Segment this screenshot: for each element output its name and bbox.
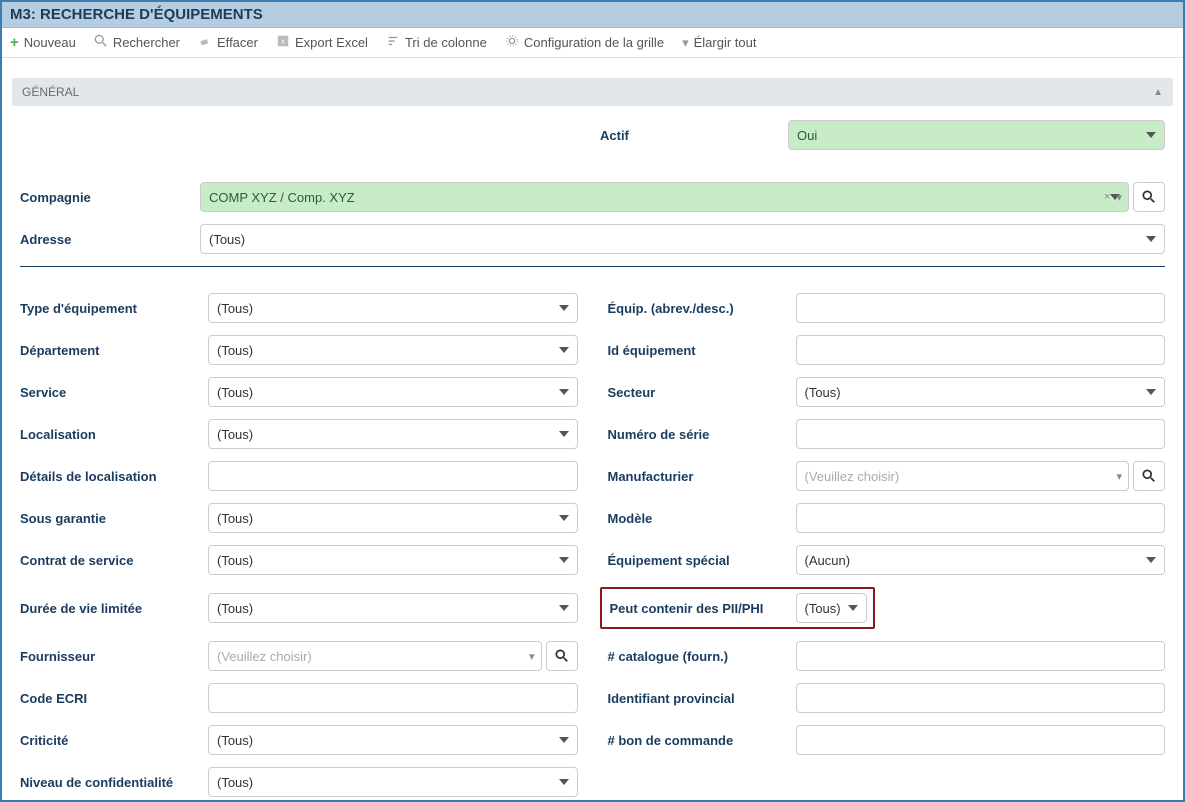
- clear-button[interactable]: Effacer: [198, 34, 258, 51]
- equipement-special-select[interactable]: (Aucun): [796, 545, 1166, 575]
- pii-phi-select[interactable]: (Tous): [796, 593, 867, 623]
- pii-phi-label: Peut contenir des PII/PHI: [610, 601, 788, 616]
- numero-serie-label: Numéro de série: [608, 427, 788, 442]
- actif-label: Actif: [600, 128, 780, 143]
- catalogue-fourn-input[interactable]: [796, 641, 1166, 671]
- departement-select[interactable]: (Tous): [208, 335, 578, 365]
- column-sort-button[interactable]: Tri de colonne: [386, 34, 487, 51]
- chevron-down-icon[interactable]: ▾: [1116, 470, 1122, 483]
- svg-text:x: x: [281, 39, 285, 46]
- details-localisation-label: Détails de localisation: [20, 469, 200, 484]
- fournisseur-placeholder: (Veuillez choisir): [217, 649, 312, 664]
- manufacturier-label: Manufacturier: [608, 469, 788, 484]
- excel-icon: x: [276, 34, 290, 51]
- manufacturier-search-button[interactable]: [1133, 461, 1165, 491]
- adresse-select[interactable]: (Tous): [200, 224, 1165, 254]
- chevron-down-icon[interactable]: ▾: [529, 650, 535, 663]
- id-provincial-input[interactable]: [796, 683, 1166, 713]
- sous-garantie-select[interactable]: (Tous): [208, 503, 578, 533]
- sous-garantie-label: Sous garantie: [20, 511, 200, 526]
- modele-label: Modèle: [608, 511, 788, 526]
- criticite-label: Criticité: [20, 733, 200, 748]
- gear-icon: [505, 34, 519, 51]
- clear-label: Effacer: [217, 35, 258, 50]
- niveau-conf-select[interactable]: (Tous): [208, 767, 578, 797]
- type-equipement-label: Type d'équipement: [20, 301, 200, 316]
- equip-abrev-input[interactable]: [796, 293, 1166, 323]
- section-general-header[interactable]: GÉNÉRAL ▲: [12, 78, 1173, 106]
- app-frame: M3: RECHERCHE D'ÉQUIPEMENTS + Nouveau Re…: [0, 0, 1185, 802]
- compagnie-value: COMP XYZ / Comp. XYZ: [209, 190, 355, 205]
- sort-label: Tri de colonne: [405, 35, 487, 50]
- id-provincial-label: Identifiant provincial: [608, 691, 788, 706]
- id-equipement-label: Id équipement: [608, 343, 788, 358]
- departement-label: Département: [20, 343, 200, 358]
- duree-vie-label: Durée de vie limitée: [20, 601, 200, 616]
- contrat-service-select[interactable]: (Tous): [208, 545, 578, 575]
- id-equipement-input[interactable]: [796, 335, 1166, 365]
- secteur-select[interactable]: (Tous): [796, 377, 1166, 407]
- bon-commande-label: # bon de commande: [608, 733, 788, 748]
- expand-label: Élargir tout: [694, 35, 757, 50]
- code-ecri-label: Code ECRI: [20, 691, 200, 706]
- localisation-label: Localisation: [20, 427, 200, 442]
- compagnie-label: Compagnie: [20, 190, 200, 205]
- fournisseur-combo[interactable]: (Veuillez choisir) ▾: [208, 641, 542, 671]
- secteur-label: Secteur: [608, 385, 788, 400]
- expand-all-button[interactable]: ▾ Élargir tout: [682, 35, 756, 51]
- service-select[interactable]: (Tous): [208, 377, 578, 407]
- equipement-special-label: Équipement spécial: [608, 553, 788, 568]
- eraser-icon: [198, 34, 212, 51]
- equip-abrev-label: Équip. (abrev./desc.): [608, 301, 788, 316]
- search-label: Rechercher: [113, 35, 180, 50]
- details-localisation-input[interactable]: [208, 461, 578, 491]
- numero-serie-input[interactable]: [796, 419, 1166, 449]
- manufacturier-combo[interactable]: (Veuillez choisir) ▾: [796, 461, 1130, 491]
- modele-input[interactable]: [796, 503, 1166, 533]
- code-ecri-input[interactable]: [208, 683, 578, 713]
- pii-phi-highlight: Peut contenir des PII/PHI (Tous): [600, 587, 875, 629]
- export-excel-button[interactable]: x Export Excel: [276, 34, 368, 51]
- collapse-icon: ▲: [1153, 87, 1163, 98]
- export-label: Export Excel: [295, 35, 368, 50]
- service-label: Service: [20, 385, 200, 400]
- toolbar: + Nouveau Rechercher Effacer x Export Ex…: [2, 28, 1183, 58]
- new-label: Nouveau: [24, 35, 76, 50]
- divider: [20, 266, 1165, 267]
- section-general-label: GÉNÉRAL: [22, 85, 79, 99]
- fournisseur-label: Fournisseur: [20, 649, 200, 664]
- criticite-select[interactable]: (Tous): [208, 725, 578, 755]
- adresse-label: Adresse: [20, 232, 200, 247]
- clear-x-icon[interactable]: ×: [1104, 191, 1110, 204]
- fournisseur-search-button[interactable]: [546, 641, 578, 671]
- sort-icon: [386, 34, 400, 51]
- search-button[interactable]: Rechercher: [94, 34, 180, 51]
- niveau-conf-label: Niveau de confidentialité: [20, 775, 200, 790]
- compagnie-combo[interactable]: COMP XYZ / Comp. XYZ × ▾: [200, 182, 1129, 212]
- localisation-select[interactable]: (Tous): [208, 419, 578, 449]
- config-label: Configuration de la grille: [524, 35, 664, 50]
- duree-vie-select[interactable]: (Tous): [208, 593, 578, 623]
- actif-select[interactable]: Oui: [788, 120, 1165, 150]
- chevron-down-icon: ▾: [682, 35, 689, 51]
- chevron-down-icon[interactable]: ▾: [1116, 191, 1122, 204]
- manufacturier-placeholder: (Veuillez choisir): [805, 469, 900, 484]
- plus-icon: +: [10, 34, 19, 51]
- new-button[interactable]: + Nouveau: [10, 34, 76, 51]
- form-grid: Type d'équipement (Tous) Équip. (abrev./…: [2, 283, 1183, 802]
- compagnie-search-button[interactable]: [1133, 182, 1165, 212]
- bon-commande-input[interactable]: [796, 725, 1166, 755]
- catalogue-fourn-label: # catalogue (fourn.): [608, 649, 788, 664]
- magnifier-icon: [94, 34, 108, 51]
- window-title: M3: RECHERCHE D'ÉQUIPEMENTS: [2, 2, 1183, 28]
- contrat-service-label: Contrat de service: [20, 553, 200, 568]
- grid-config-button[interactable]: Configuration de la grille: [505, 34, 664, 51]
- type-equipement-select[interactable]: (Tous): [208, 293, 578, 323]
